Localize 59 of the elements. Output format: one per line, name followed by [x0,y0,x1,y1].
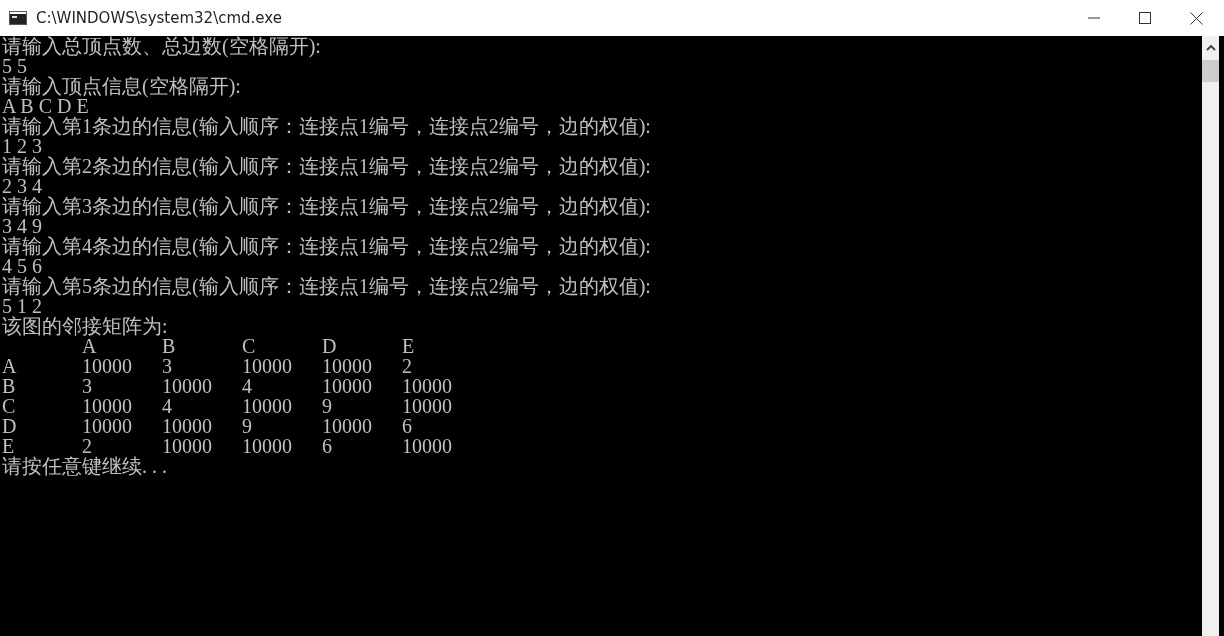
matrix-cell-text: 10000 [82,396,133,416]
matrix-cell-text: 10000 [402,396,453,416]
scroll-up-icon[interactable] [1205,45,1216,51]
matrix-cell-text: 10000 [242,436,293,456]
close-icon [1189,11,1203,25]
minimize-icon [1088,17,1100,19]
matrix-row-label: D [2,416,18,436]
console-line: 4 5 6 [2,256,42,276]
matrix-cell-text: 9 [322,396,333,416]
matrix-cell-text: 9 [242,416,253,436]
matrix-column-header: B [162,336,177,356]
console-line: 2 3 4 [2,176,42,196]
maximize-icon [1139,12,1151,24]
matrix-cell-text: 10000 [82,416,133,436]
matrix-column-header: E [402,336,416,356]
console-app-icon [9,11,27,25]
scrollbar[interactable] [1202,36,1219,636]
matrix-row-label: A [2,356,18,376]
matrix-cell-text: 2 [402,356,413,376]
matrix-cell-text: 6 [322,436,333,456]
matrix-cell-text: 10000 [242,356,293,376]
matrix-column-header: D [322,336,338,356]
matrix-cell-text: 10000 [322,376,373,396]
scroll-thumb[interactable] [1202,60,1219,82]
console-line: 请输入第1条边的信息(输入顺序：连接点1编号，连接点2编号，边的权值): [2,116,652,136]
console-line: 3 4 9 [2,216,42,236]
window-title: C:\WINDOWS\system32\cmd.exe [36,9,282,27]
matrix-cell-text: 10000 [242,396,293,416]
matrix-cell-text: 10000 [322,416,373,436]
matrix-cell-text: 6 [402,416,413,436]
console-line: 该图的邻接矩阵为: [2,316,169,336]
console-line: 5 1 2 [2,296,42,316]
console-line: 请输入顶点信息(空格隔开): [2,76,242,96]
console-line: 请输入第5条边的信息(输入顺序：连接点1编号，连接点2编号，边的权值): [2,276,652,296]
matrix-column-header: C [242,336,257,356]
console-line: 请输入第3条边的信息(输入顺序：连接点1编号，连接点2编号，边的权值): [2,196,652,216]
matrix-cell-text: 10000 [402,376,453,396]
console-line: A B C D E [2,96,89,116]
matrix-cell-text: 10000 [162,436,213,456]
matrix-row-label: E [2,436,15,456]
matrix-cell-text: 10000 [162,416,213,436]
matrix-cell-text: 3 [82,376,93,396]
matrix-cell-text: 10000 [402,436,453,456]
matrix-cell-text: 3 [162,356,173,376]
matrix-row-label: B [2,376,17,396]
matrix-cell-text: 4 [242,376,253,396]
matrix-column-header: A [82,336,97,356]
console-line: 1 2 3 [2,136,42,156]
matrix-cell-text: 2 [82,436,92,456]
matrix-cell-text: 10000 [162,376,213,396]
matrix-cell-text: 4 [162,396,173,416]
matrix-cell-text: 10000 [82,356,133,376]
console-line: 请输入总顶点数、总边数(空格隔开): [2,36,322,56]
console-line: 请按任意键继续. . . [2,456,168,476]
matrix-row-label: C [2,396,17,416]
console-line: 请输入第4条边的信息(输入顺序：连接点1编号，连接点2编号，边的权值): [2,236,652,256]
console-line: 请输入第2条边的信息(输入顺序：连接点1编号，连接点2编号，边的权值): [2,156,652,176]
console-line: 5 5 [2,56,27,76]
matrix-cell-text: 10000 [322,356,373,376]
